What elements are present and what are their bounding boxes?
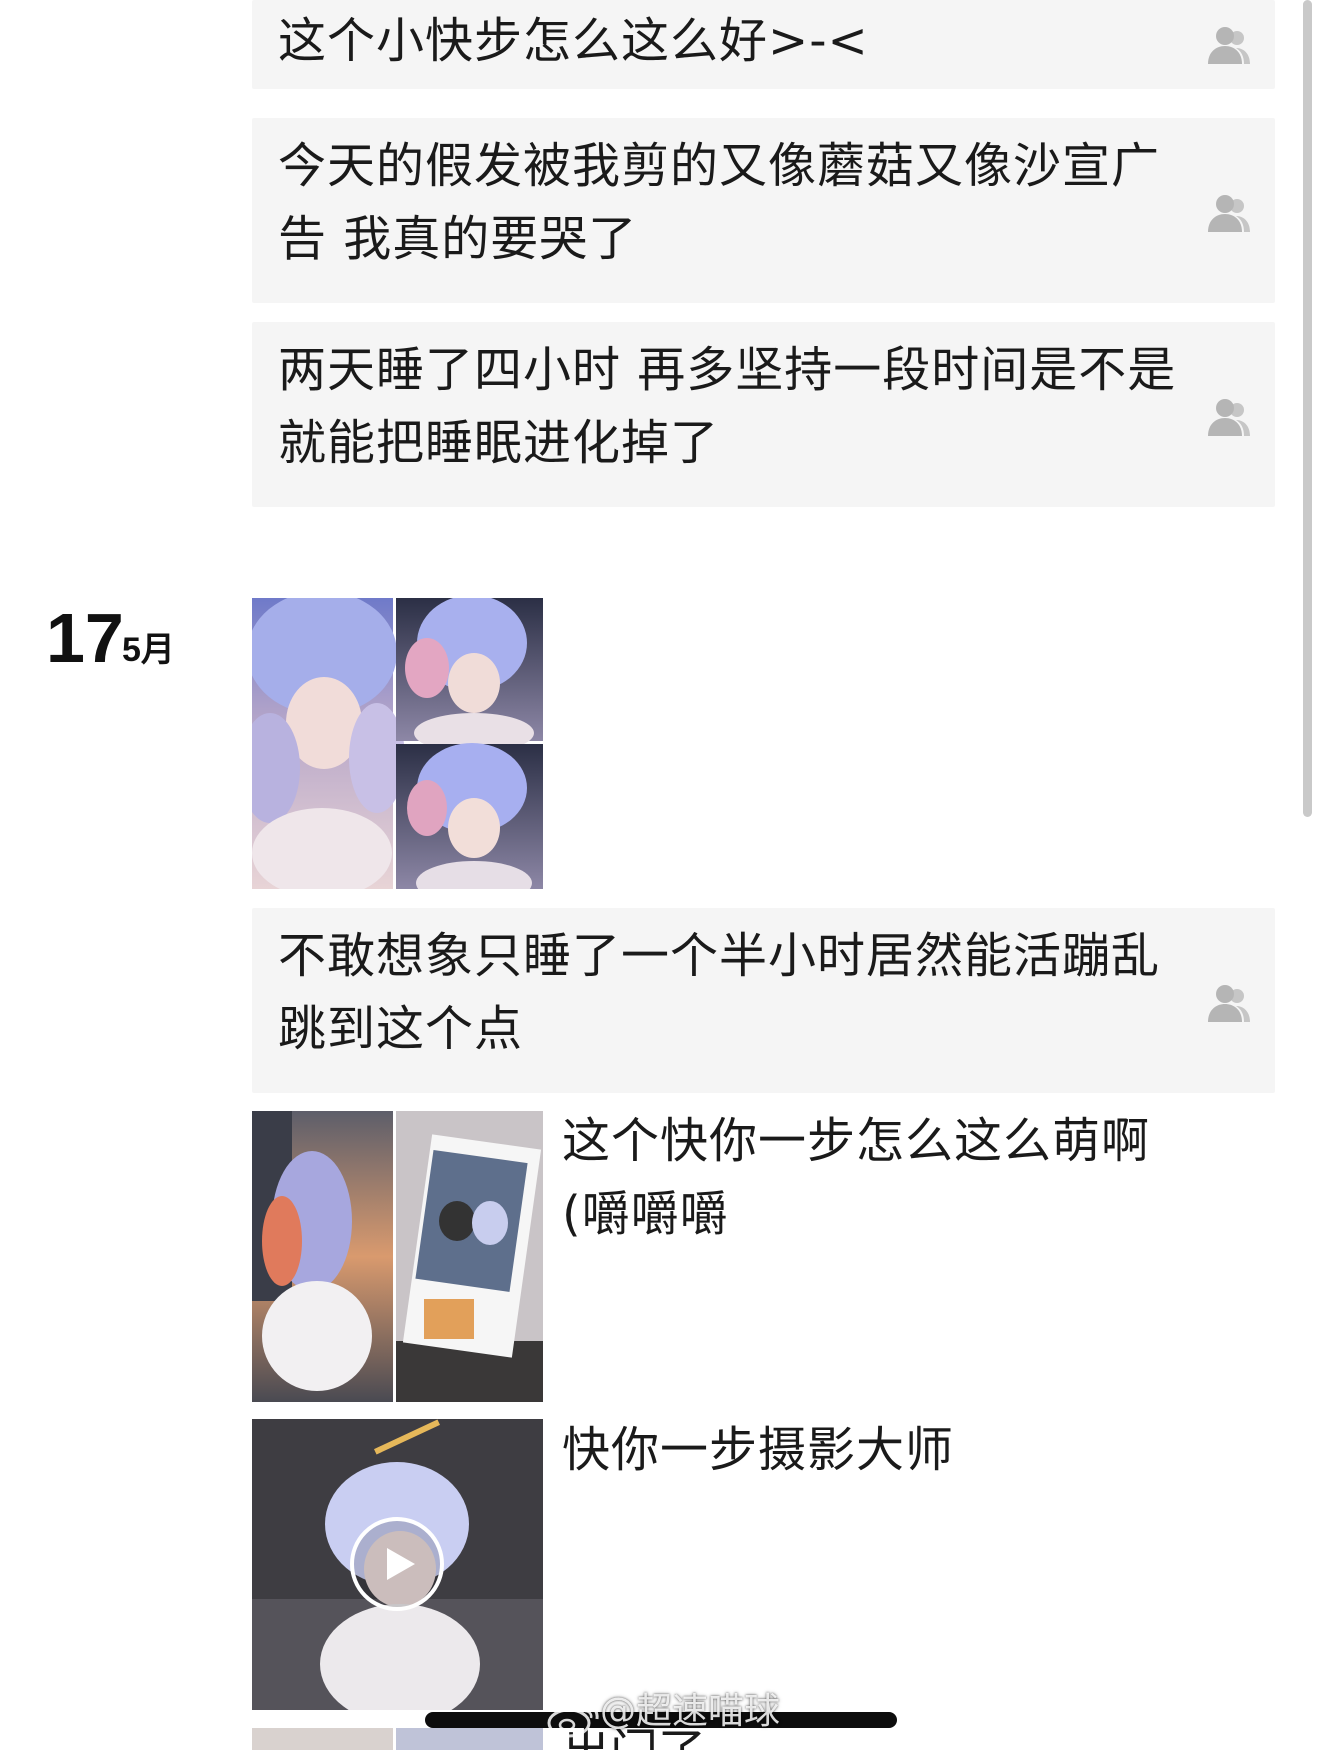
photo-collage[interactable]	[252, 598, 543, 889]
post-card[interactable]: 两天睡了四小时 再多坚持一段时间是不是就能把睡眠进化掉了	[252, 322, 1275, 507]
people-icon	[1206, 982, 1252, 1024]
play-icon[interactable]	[349, 1516, 445, 1612]
date-month: 5月	[122, 631, 175, 669]
post-text: 这个快你一步怎么这么萌啊(嚼嚼嚼	[562, 1113, 1151, 1242]
date-day: 17	[46, 599, 124, 677]
people-icon	[479, 1344, 525, 1386]
photo-collage[interactable]	[252, 1111, 543, 1402]
post-text: 不敢想象只睡了一个半小时居然能活蹦乱跳到这个点	[278, 928, 1161, 1057]
people-icon	[479, 1652, 525, 1694]
post-text: 两天睡了四小时 再多坚持一段时间是不是就能把睡眠进化掉了	[278, 342, 1177, 471]
post-card[interactable]: 这个小快步怎么这么好>-<	[252, 0, 1275, 89]
post-text: 今天的假发被我剪的又像蘑菇又像沙宣广告 我真的要哭了	[278, 138, 1161, 267]
photo-collage[interactable]	[252, 1728, 543, 1750]
weibo-logo-icon	[545, 1697, 603, 1739]
post-card[interactable]: 今天的假发被我剪的又像蘑菇又像沙宣广告 我真的要哭了	[252, 118, 1275, 303]
people-icon	[1206, 396, 1252, 438]
scrollbar[interactable]	[1303, 0, 1312, 817]
post-card[interactable]: 不敢想象只睡了一个半小时居然能活蹦乱跳到这个点	[252, 908, 1275, 1093]
people-icon	[1206, 192, 1252, 234]
people-icon	[479, 831, 525, 873]
post-text: 这个小快步怎么这么好>-<	[278, 13, 869, 69]
photo-thumbnails	[252, 1728, 543, 1750]
watermark-text: @超速喵球	[600, 1691, 781, 1732]
post-text: 快你一步摄影大师	[562, 1422, 955, 1478]
video-thumbnail[interactable]	[252, 1419, 543, 1710]
people-icon	[1206, 24, 1252, 66]
